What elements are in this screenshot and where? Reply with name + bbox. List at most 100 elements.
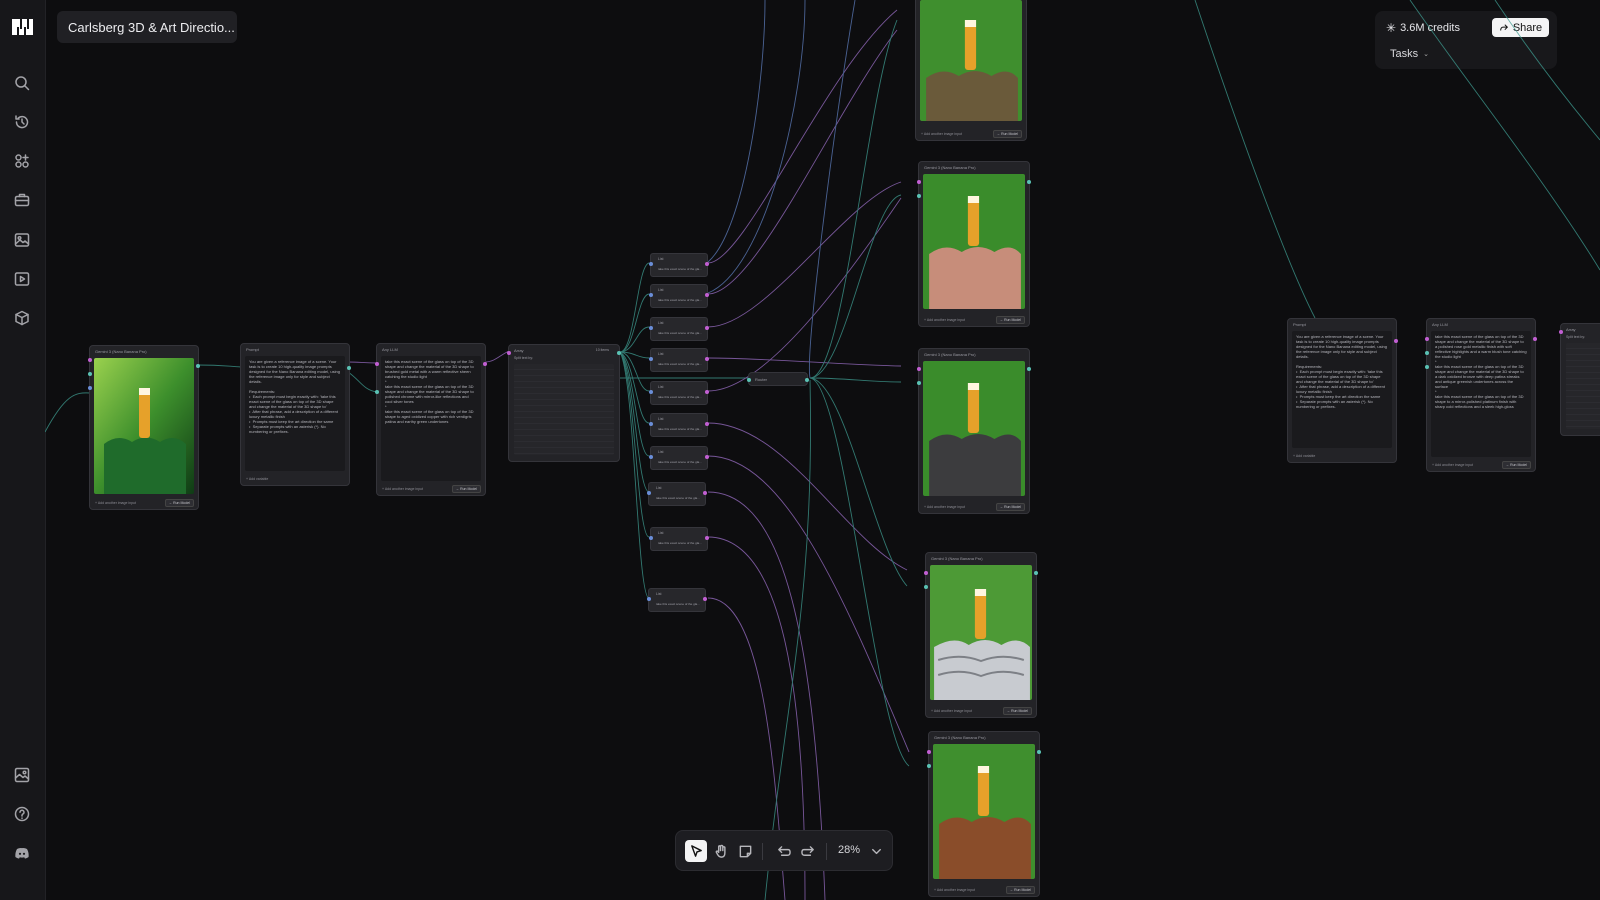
input-port[interactable] xyxy=(649,455,653,459)
app-logo-icon[interactable] xyxy=(11,17,34,37)
select-tool-button[interactable] xyxy=(685,840,707,862)
gemini-node-output[interactable]: Gemini 3 (Nano Banana Pro) + Add another… xyxy=(924,552,1038,718)
input-port[interactable] xyxy=(649,357,653,361)
output-port[interactable] xyxy=(1027,180,1031,184)
add-variable-link[interactable]: + Add variable xyxy=(1293,454,1315,458)
input-port[interactable] xyxy=(1559,330,1563,334)
output-port[interactable] xyxy=(1037,750,1041,754)
output-port[interactable] xyxy=(705,390,709,394)
list-node[interactable]: List take this exact scene of the gla... xyxy=(649,446,709,470)
discord-icon[interactable] xyxy=(11,842,33,864)
redo-button[interactable] xyxy=(797,840,819,862)
run-model-button[interactable]: → Run Model xyxy=(1002,707,1032,715)
output-port[interactable] xyxy=(705,422,709,426)
output-port[interactable] xyxy=(805,378,809,382)
input-port[interactable] xyxy=(649,536,653,540)
run-model-button[interactable]: → Run Model xyxy=(451,485,481,493)
output-port[interactable] xyxy=(347,366,351,370)
input-port[interactable] xyxy=(507,351,511,355)
output-port[interactable] xyxy=(617,351,621,355)
undo-button[interactable] xyxy=(772,840,794,862)
list-node[interactable]: List take this exact scene of the gla... xyxy=(649,413,709,437)
gallery-icon[interactable] xyxy=(11,764,33,786)
input-port[interactable] xyxy=(375,362,379,366)
output-port[interactable] xyxy=(703,597,707,601)
list-node[interactable]: List take this exact scene of the gla... xyxy=(647,588,707,612)
gemini-node-output[interactable]: Gemini 3 (Nano Banana Pro) + Add another… xyxy=(917,161,1031,327)
add-image-input-link[interactable]: + Add another image input xyxy=(95,501,136,505)
add-image-input-link[interactable]: + Add another image input xyxy=(924,318,965,322)
list-node[interactable]: List take this exact scene of the gla... xyxy=(647,482,707,506)
briefcase-icon[interactable] xyxy=(11,189,33,211)
prompt-textbox[interactable]: You are given a reference image of a sce… xyxy=(245,356,345,471)
list-node[interactable]: List take this exact scene of the gla... xyxy=(649,381,709,405)
run-model-button[interactable]: → Run Model xyxy=(995,316,1025,324)
add-image-input-link[interactable]: + Add another image input xyxy=(924,505,965,509)
gemini-node-output[interactable]: Gemini 3 (Nano Banana Pro) + Add another… xyxy=(927,731,1041,897)
run-model-button[interactable]: → Run Model xyxy=(164,499,194,507)
apps-icon[interactable] xyxy=(11,150,33,172)
input-port[interactable] xyxy=(917,194,921,198)
output-port[interactable] xyxy=(1394,339,1398,343)
output-port[interactable] xyxy=(705,326,709,330)
output-port[interactable] xyxy=(1027,367,1031,371)
gemini-node-output[interactable]: + Add another image input → Run Model xyxy=(915,0,1027,141)
llm-node[interactable]: Any LLM take this exact scene of the gla… xyxy=(375,343,487,496)
array-node-2[interactable]: Array Split text by: xyxy=(1559,323,1600,436)
llm-output-textbox[interactable]: take this exact scene of the glass on to… xyxy=(1431,331,1531,457)
input-port[interactable] xyxy=(88,386,92,390)
output-port[interactable] xyxy=(1034,571,1038,575)
list-node[interactable]: List take this exact scene of the gla... xyxy=(649,348,709,372)
input-port[interactable] xyxy=(917,180,921,184)
input-port[interactable] xyxy=(1425,337,1429,341)
output-port[interactable] xyxy=(705,357,709,361)
output-port[interactable] xyxy=(196,364,200,368)
input-port[interactable] xyxy=(917,367,921,371)
input-port[interactable] xyxy=(924,585,928,589)
gemini-node-output[interactable]: Gemini 3 (Nano Banana Pro) + Add another… xyxy=(917,348,1031,514)
input-port[interactable] xyxy=(649,262,653,266)
search-icon[interactable] xyxy=(11,72,33,94)
input-port[interactable] xyxy=(647,597,651,601)
list-node[interactable]: List take this exact scene of the gla... xyxy=(649,317,709,341)
gemini-node-source[interactable]: Gemini 3 (Nano Banana Pro) + Add another… xyxy=(88,345,200,510)
input-port[interactable] xyxy=(649,326,653,330)
input-port[interactable] xyxy=(924,571,928,575)
run-model-button[interactable]: → Run Model xyxy=(992,130,1022,138)
run-model-button[interactable]: → Run Model xyxy=(1005,886,1035,894)
input-port[interactable] xyxy=(88,372,92,376)
add-image-input-link[interactable]: + Add another image input xyxy=(931,709,972,713)
output-port[interactable] xyxy=(705,455,709,459)
output-port[interactable] xyxy=(483,362,487,366)
sticky-note-button[interactable] xyxy=(734,840,756,862)
prompt-node[interactable]: Prompt You are given a reference image o… xyxy=(240,343,351,486)
list-node[interactable]: List take this exact scene of the gla... xyxy=(649,284,709,308)
help-icon[interactable] xyxy=(11,803,33,825)
image-icon[interactable] xyxy=(11,229,33,251)
llm-output-textbox[interactable]: take this exact scene of the glass on to… xyxy=(381,356,481,481)
add-image-input-link[interactable]: + Add another image input xyxy=(934,888,975,892)
input-port[interactable] xyxy=(88,358,92,362)
output-port[interactable] xyxy=(705,536,709,540)
input-port[interactable] xyxy=(927,764,931,768)
input-port[interactable] xyxy=(1425,351,1429,355)
prompt-node-2[interactable]: Prompt You are given a reference image o… xyxy=(1287,318,1398,463)
workflow-canvas[interactable]: Gemini 3 (Nano Banana Pro) + Add another… xyxy=(45,0,1600,900)
input-port[interactable] xyxy=(375,390,379,394)
add-image-input-link[interactable]: + Add another image input xyxy=(921,132,962,136)
zoom-level[interactable]: 28% xyxy=(838,844,860,856)
llm-node-2[interactable]: Any LLM take this exact scene of the gla… xyxy=(1425,318,1537,472)
history-icon[interactable] xyxy=(11,111,33,133)
add-image-input-link[interactable]: + Add another image input xyxy=(382,487,423,491)
input-port[interactable] xyxy=(649,390,653,394)
add-image-input-link[interactable]: + Add another image input xyxy=(1432,463,1473,467)
prompt-textbox[interactable]: You are given a reference image of a sce… xyxy=(1292,331,1392,448)
input-port[interactable] xyxy=(917,381,921,385)
input-port[interactable] xyxy=(647,491,651,495)
router-node[interactable]: Router xyxy=(747,372,809,386)
output-port[interactable] xyxy=(1533,337,1537,341)
input-port[interactable] xyxy=(747,378,751,382)
add-variable-link[interactable]: + Add variable xyxy=(246,477,268,481)
pan-tool-button[interactable] xyxy=(710,840,732,862)
list-node[interactable]: List take this exact scene of the gla... xyxy=(649,253,709,277)
